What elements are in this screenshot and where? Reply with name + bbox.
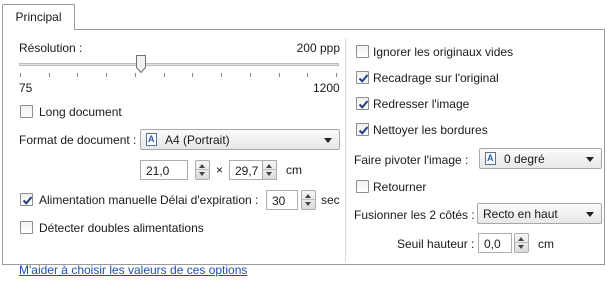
long-document-label: Long document	[39, 105, 122, 119]
tab-principal[interactable]: Principal	[2, 4, 75, 30]
timeout-unit: sec	[321, 193, 340, 207]
width-field[interactable]: 21,0	[140, 160, 188, 180]
column-divider	[345, 38, 346, 262]
threshold-value: 0,0	[484, 237, 501, 251]
resolution-value: 200 ppp	[296, 41, 340, 55]
ignore-blank-label: Ignorer les originaux vides	[373, 45, 514, 59]
timeout-value: 30	[272, 194, 286, 208]
width-value: 21,0	[146, 164, 170, 178]
slider-tick	[279, 73, 280, 77]
ignore-blank-checkbox[interactable]	[356, 45, 369, 58]
document-format-dropdown[interactable]: A A4 (Portrait)	[140, 129, 340, 150]
size-unit: cm	[286, 163, 302, 177]
slider-tick	[49, 73, 50, 77]
merge-sides-label: Fusionner les 2 côtés :	[354, 208, 475, 222]
timeout-field[interactable]: 30	[266, 190, 298, 210]
threshold-label: Seuil hauteur :	[397, 237, 475, 251]
slider-tick	[135, 73, 136, 77]
long-document-checkbox[interactable]	[20, 105, 33, 118]
crop-label: Recadrage sur l'original	[373, 71, 499, 85]
slider-tick	[20, 73, 21, 77]
tab-joint	[3, 29, 74, 31]
resolution-label: Résolution :	[19, 41, 83, 55]
slider-tick	[336, 73, 337, 77]
slider-tick	[77, 73, 78, 77]
flip-checkbox[interactable]	[356, 180, 369, 193]
rotate-label: Faire pivoter l'image :	[354, 153, 469, 167]
chevron-down-icon	[586, 157, 594, 162]
slider-tick	[106, 73, 107, 77]
document-format-label: Format de document :	[19, 133, 137, 147]
resolution-slider-thumb[interactable]	[136, 55, 146, 73]
straighten-checkbox[interactable]	[356, 97, 369, 110]
straighten-label: Redresser l'image	[373, 97, 470, 111]
slider-tick	[221, 73, 222, 77]
width-stepper[interactable]	[195, 160, 210, 180]
rotate-dropdown[interactable]: A 0 degré	[479, 148, 602, 169]
timeout-stepper[interactable]	[301, 190, 316, 210]
merge-sides-value: Recto en haut	[483, 207, 558, 221]
chevron-down-icon	[586, 212, 594, 217]
page-portrait-icon: A	[485, 152, 496, 165]
height-stepper[interactable]	[262, 160, 277, 180]
resolution-max-label: 1200	[313, 81, 340, 95]
resolution-min-label: 75	[19, 81, 33, 95]
times-sign: ×	[216, 163, 224, 177]
rotate-value: 0 degré	[504, 152, 545, 166]
manual-feed-label: Alimentation manuelle	[39, 193, 158, 207]
double-feed-checkbox[interactable]	[20, 221, 33, 234]
slider-tick	[250, 73, 251, 77]
help-link[interactable]: M'aider à choisir les valeurs de ces opt…	[19, 262, 247, 278]
crop-checkbox[interactable]	[356, 71, 369, 84]
resolution-slider-track[interactable]	[19, 63, 339, 66]
flip-label: Retourner	[373, 180, 427, 194]
slider-tick	[164, 73, 165, 77]
document-format-value: A4 (Portrait)	[165, 133, 230, 147]
tab-label: Principal	[15, 10, 62, 24]
clean-borders-checkbox[interactable]	[356, 123, 369, 136]
threshold-stepper[interactable]	[514, 233, 529, 253]
clean-borders-label: Nettoyer les bordures	[373, 123, 488, 137]
height-value: 29,7	[235, 164, 259, 178]
slider-tick	[307, 73, 308, 77]
merge-sides-dropdown[interactable]: Recto en haut	[477, 203, 602, 224]
chevron-down-icon	[324, 138, 332, 143]
threshold-field[interactable]: 0,0	[478, 233, 512, 253]
timeout-label: Délai d'expiration :	[160, 193, 259, 207]
manual-feed-checkbox[interactable]	[20, 193, 33, 206]
page-portrait-icon: A	[146, 133, 157, 146]
double-feed-label: Détecter doubles alimentations	[39, 221, 204, 235]
slider-tick	[192, 73, 193, 77]
threshold-unit: cm	[538, 237, 554, 251]
